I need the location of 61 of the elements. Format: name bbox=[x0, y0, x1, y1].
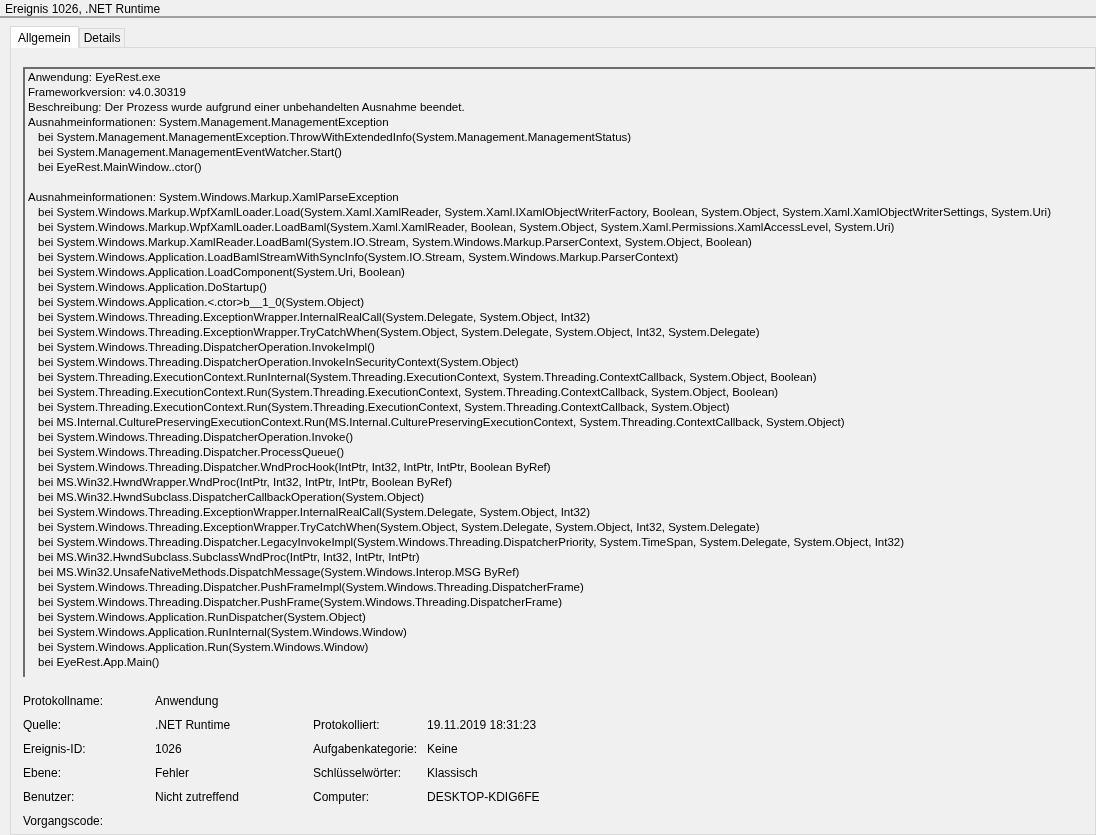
property-label: Vorgangscode: bbox=[23, 814, 105, 828]
stack-frame: bei System.Windows.Threading.DispatcherOperation.Invoke() bbox=[28, 430, 354, 445]
description-line: Anwendung: EyeRest.exe bbox=[28, 70, 161, 85]
property-value: Keine bbox=[427, 742, 458, 756]
stack-frame: bei System.Windows.Markup.WpfXamlLoader.LoadBaml(System.Xaml.XamlReader, Boolean, System.Object, System.Xaml.Permissions.XamlAccessLevel, System.Uri) bbox=[28, 220, 895, 235]
property-value: Nicht zutreffend bbox=[155, 790, 240, 804]
stack-frame: bei System.Threading.ExecutionContext.RunInternal(System.Threading.ExecutionContext, System.Threading.ContextCallback, System.Object, Boolean) bbox=[28, 370, 817, 385]
property-value: .NET Runtime bbox=[155, 718, 232, 732]
stack-frame: bei System.Windows.Application.LoadBamlStreamWithSyncInfo(System.IO.Stream, System.Windows.Markup.ParserContext) bbox=[28, 250, 679, 265]
property-value: 19.11.2019 18:31:23 bbox=[427, 718, 537, 732]
stack-frame: bei System.Windows.Threading.Dispatcher.ProcessQueue() bbox=[28, 445, 345, 460]
property-label: Protokollname: bbox=[23, 694, 105, 708]
stack-frame: bei EyeRest.App.Main() bbox=[28, 655, 160, 670]
property-label: Benutzer: bbox=[23, 790, 76, 804]
stack-frame: bei System.Windows.Threading.ExceptionWrapper.TryCatchWhen(System.Object, System.Delegate, System.Object, Int32, System.Delegate) bbox=[28, 325, 760, 340]
stack-frame: bei System.Windows.Application.RunInternal(System.Windows.Window) bbox=[28, 625, 407, 640]
stack-frame: bei System.Threading.ExecutionContext.Run(System.Threading.ExecutionContext, System.Threading.ContextCallback, System.Object, Boolean) bbox=[28, 385, 779, 400]
stack-frame: bei System.Management.ManagementException.ThrowWithExtendedInfo(System.Management.ManagementStatus) bbox=[28, 130, 632, 145]
stack-frame: bei System.Windows.Application.LoadComponent(System.Uri, Boolean) bbox=[28, 265, 405, 280]
stack-frame: bei System.Windows.Application.<.ctor>b__1_0(System.Object) bbox=[28, 295, 364, 310]
property-label: Aufgabenkategorie: bbox=[313, 742, 419, 756]
stack-frame: bei System.Windows.Threading.DispatcherOperation.InvokeImpl() bbox=[28, 340, 375, 355]
stack-frame: bei System.Windows.Application.Run(System.Windows.Window) bbox=[28, 640, 369, 655]
stack-frame: bei System.Threading.ExecutionContext.Run(System.Threading.ExecutionContext, System.Threading.ContextCallback, System.Object) bbox=[28, 400, 730, 415]
stack-frame: bei EyeRest.MainWindow..ctor() bbox=[28, 160, 202, 175]
property-label: Schlüsselwörter: bbox=[313, 766, 403, 780]
description-line: Frameworkversion: v4.0.30319 bbox=[28, 85, 186, 100]
stack-frame: bei MS.Win32.HwndSubclass.SubclassWndProc(IntPtr, Int32, IntPtr, IntPtr) bbox=[28, 550, 420, 565]
stack-frame: bei System.Windows.Threading.ExceptionWrapper.TryCatchWhen(System.Object, System.Delegate, System.Object, Int32, System.Delegate) bbox=[28, 520, 760, 535]
exception-info: Ausnahmeinformationen: System.Windows.Markup.XamlParseException bbox=[28, 190, 399, 205]
stack-frame: bei System.Windows.Threading.ExceptionWrapper.InternalRealCall(System.Delegate, System.Object, Int32) bbox=[28, 505, 591, 520]
stack-frame: bei System.Management.ManagementEventWatcher.Start() bbox=[28, 145, 342, 160]
stack-frame: bei MS.Win32.HwndSubclass.DispatcherCallbackOperation(System.Object) bbox=[28, 490, 425, 505]
exception-info: Ausnahmeinformationen: System.Management.ManagementException bbox=[28, 115, 389, 130]
property-value: Fehler bbox=[155, 766, 190, 780]
property-label: Ereignis-ID: bbox=[23, 742, 87, 756]
window-title: Ereignis 1026, .NET Runtime bbox=[5, 2, 161, 16]
property-label: Quelle: bbox=[23, 718, 63, 732]
stack-frame: bei System.Windows.Markup.WpfXamlLoader.Load(System.Xaml.XamlReader, System.Xaml.IXamlObjectWriterFactory, Boolean, System.Object, System.Xaml.XamlObjectWriterSettings, System.Uri) bbox=[28, 205, 1051, 220]
property-label: Ebene: bbox=[23, 766, 63, 780]
stack-frame: bei System.Windows.Threading.Dispatcher.PushFrameImpl(System.Windows.Threading.DispatcherFrame) bbox=[28, 580, 584, 595]
stack-frame: bei System.Windows.Threading.Dispatcher.LegacyInvokeImpl(System.Windows.Threading.DispatcherPriority, System.TimeSpan, System.Delegate, System.Object, Int32) bbox=[28, 535, 905, 550]
stack-frame: bei System.Windows.Threading.DispatcherOperation.InvokeInSecurityContext(System.Object) bbox=[28, 355, 519, 370]
property-label: Computer: bbox=[313, 790, 371, 804]
stack-frame: bei MS.Win32.UnsafeNativeMethods.DispatchMessage(System.Windows.Interop.MSG ByRef) bbox=[28, 565, 520, 580]
stack-frame: bei System.Windows.Application.RunDispatcher(System.Object) bbox=[28, 610, 366, 625]
stack-frame: bei System.Windows.Threading.ExceptionWrapper.InternalRealCall(System.Delegate, System.Object, Int32) bbox=[28, 310, 591, 325]
description-line: Beschreibung: Der Prozess wurde aufgrund einer unbehandelten Ausnahme beendet. bbox=[28, 100, 465, 115]
property-label: Protokolliert: bbox=[313, 718, 381, 732]
tab[interactable]: Details bbox=[78, 28, 126, 47]
tab[interactable]: Allgemein bbox=[10, 26, 79, 48]
stack-frame: bei MS.Win32.HwndWrapper.WndProc(IntPtr, Int32, IntPtr, IntPtr, Boolean ByRef) bbox=[28, 475, 452, 490]
property-value: Anwendung bbox=[155, 694, 220, 708]
stack-frame: bei MS.Internal.CulturePreservingExecutionContext.Run(MS.Internal.CulturePreservingExecutionContext, System.Threading.ContextCallback, System.Object) bbox=[28, 415, 845, 430]
stack-frame: bei System.Windows.Application.DoStartup() bbox=[28, 280, 267, 295]
stack-frame: bei System.Windows.Markup.XamlReader.LoadBaml(System.IO.Stream, System.Windows.Markup.ParserContext, System.Object, Boolean) bbox=[28, 235, 752, 250]
property-value: 1026 bbox=[155, 742, 183, 756]
stack-frame: bei System.Windows.Threading.Dispatcher.PushFrame(System.Windows.Threading.DispatcherFrame) bbox=[28, 595, 563, 610]
stack-frame: bei System.Windows.Threading.Dispatcher.WndProcHook(IntPtr, Int32, IntPtr, IntPtr, Boolean ByRef) bbox=[28, 460, 551, 475]
property-value: DESKTOP-KDIG6FE bbox=[427, 790, 540, 804]
property-value: Klassisch bbox=[427, 766, 478, 780]
